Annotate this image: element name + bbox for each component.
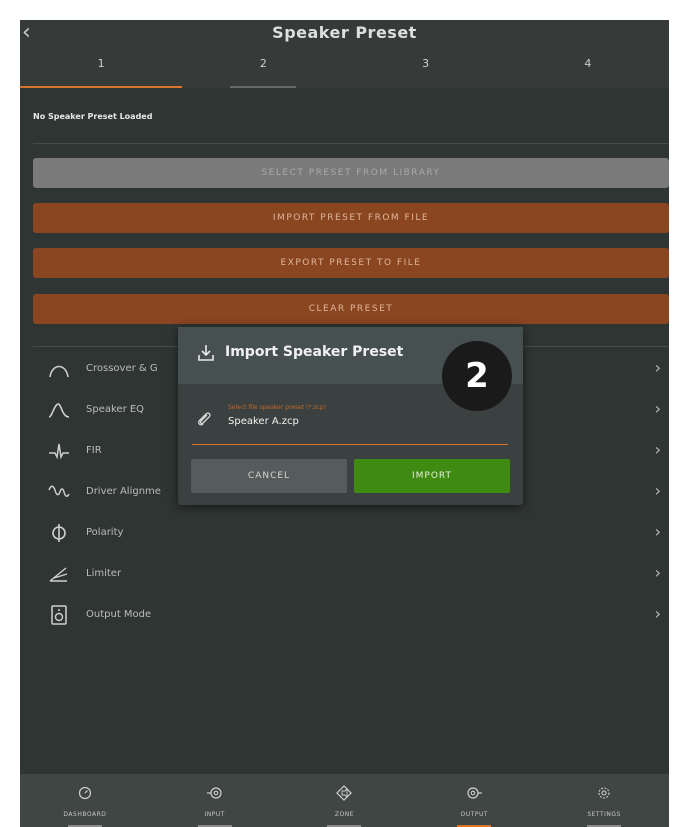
- select-preset-from-library-button[interactable]: SELECT PRESET FROM LIBRARY: [33, 158, 669, 188]
- app-window: ‹ Speaker Preset 1 2 3 4 No Speaker Pres…: [20, 20, 669, 827]
- menu-item-polarity[interactable]: Polarity ›: [33, 512, 669, 553]
- tab-2[interactable]: 2: [182, 50, 344, 88]
- preset-file-field[interactable]: Select file speaker preset (*.zcp): [192, 402, 508, 445]
- import-speaker-preset-dialog: Import Speaker Preset Select file speake…: [178, 327, 523, 505]
- chevron-right-icon: ›: [654, 399, 661, 418]
- menu-item-label: Limiter: [86, 568, 122, 579]
- nav-label: SETTINGS: [587, 811, 621, 818]
- nav-label: OUTPUT: [460, 811, 489, 818]
- clear-preset-button[interactable]: CLEAR PRESET: [33, 294, 669, 324]
- step-badge: 2: [442, 341, 512, 411]
- tab-3[interactable]: 3: [345, 50, 507, 88]
- nav-input[interactable]: INPUT: [150, 774, 280, 827]
- output-icon: [466, 784, 483, 802]
- cancel-button[interactable]: CANCEL: [191, 459, 347, 493]
- menu-item-label: FIR: [86, 445, 102, 456]
- tab-1-label: 1: [97, 57, 105, 70]
- paperclip-icon: [196, 410, 212, 432]
- speaker-icon: [47, 604, 71, 626]
- import-preset-from-file-button[interactable]: IMPORT PRESET FROM FILE: [33, 203, 669, 233]
- nav-settings[interactable]: SETTINGS: [539, 774, 669, 827]
- tab-3-label: 3: [422, 57, 430, 70]
- gauge-icon: [78, 784, 92, 802]
- dialog-title: Import Speaker Preset: [225, 344, 404, 360]
- chevron-right-icon: ›: [654, 481, 661, 500]
- menu-item-label: Crossover & G: [86, 363, 158, 374]
- nav-label: DASHBOARD: [63, 811, 107, 818]
- tab-4-label: 4: [584, 57, 592, 70]
- import-button[interactable]: IMPORT: [354, 459, 510, 493]
- eq-curve-icon: [47, 399, 71, 421]
- tab-1[interactable]: 1: [20, 50, 183, 88]
- bottom-nav: DASHBOARD INPUT ZONE OUTPUT SETTINGS: [20, 774, 669, 827]
- fir-icon: [47, 440, 71, 462]
- crossover-icon: [47, 358, 71, 380]
- export-preset-to-file-button[interactable]: EXPORT PRESET TO FILE: [33, 248, 669, 278]
- tab-4[interactable]: 4: [507, 50, 669, 88]
- tab-2-hover-indicator: [230, 86, 297, 88]
- page-title: Speaker Preset: [272, 23, 417, 42]
- preset-status: No Speaker Preset Loaded: [33, 112, 153, 121]
- file-field-label: Select file speaker preset (*.zcp): [228, 404, 326, 411]
- menu-item-label: Driver Alignme: [86, 486, 161, 497]
- menu-item-label: Polarity: [86, 527, 124, 538]
- menu-item-label: Output Mode: [86, 609, 152, 620]
- gear-icon: [597, 784, 611, 802]
- file-name-input[interactable]: [228, 416, 488, 427]
- chevron-right-icon: ›: [654, 522, 661, 541]
- tab-bar: 1 2 3 4: [20, 50, 669, 88]
- menu-item-label: Speaker EQ: [86, 404, 145, 415]
- chevron-right-icon: ›: [654, 563, 661, 582]
- polarity-icon: [47, 522, 71, 544]
- nav-label: INPUT: [204, 811, 225, 818]
- input-icon: [206, 784, 223, 802]
- nav-dashboard[interactable]: DASHBOARD: [20, 774, 150, 827]
- chevron-right-icon: ›: [654, 440, 661, 459]
- download-icon: [196, 343, 216, 367]
- menu-item-limiter[interactable]: Limiter ›: [33, 553, 669, 594]
- menu-item-output-mode[interactable]: Output Mode ›: [33, 594, 669, 635]
- zone-icon: [336, 784, 353, 802]
- tab-2-label: 2: [259, 57, 267, 70]
- alignment-icon: [47, 481, 71, 503]
- header: ‹ Speaker Preset 1 2 3 4: [20, 20, 669, 88]
- chevron-right-icon: ›: [654, 358, 661, 377]
- limiter-icon: [47, 563, 71, 585]
- nav-output[interactable]: OUTPUT: [409, 774, 539, 827]
- nav-label: ZONE: [334, 811, 355, 818]
- divider: [33, 143, 669, 144]
- nav-zone[interactable]: ZONE: [280, 774, 410, 827]
- chevron-right-icon: ›: [654, 604, 661, 623]
